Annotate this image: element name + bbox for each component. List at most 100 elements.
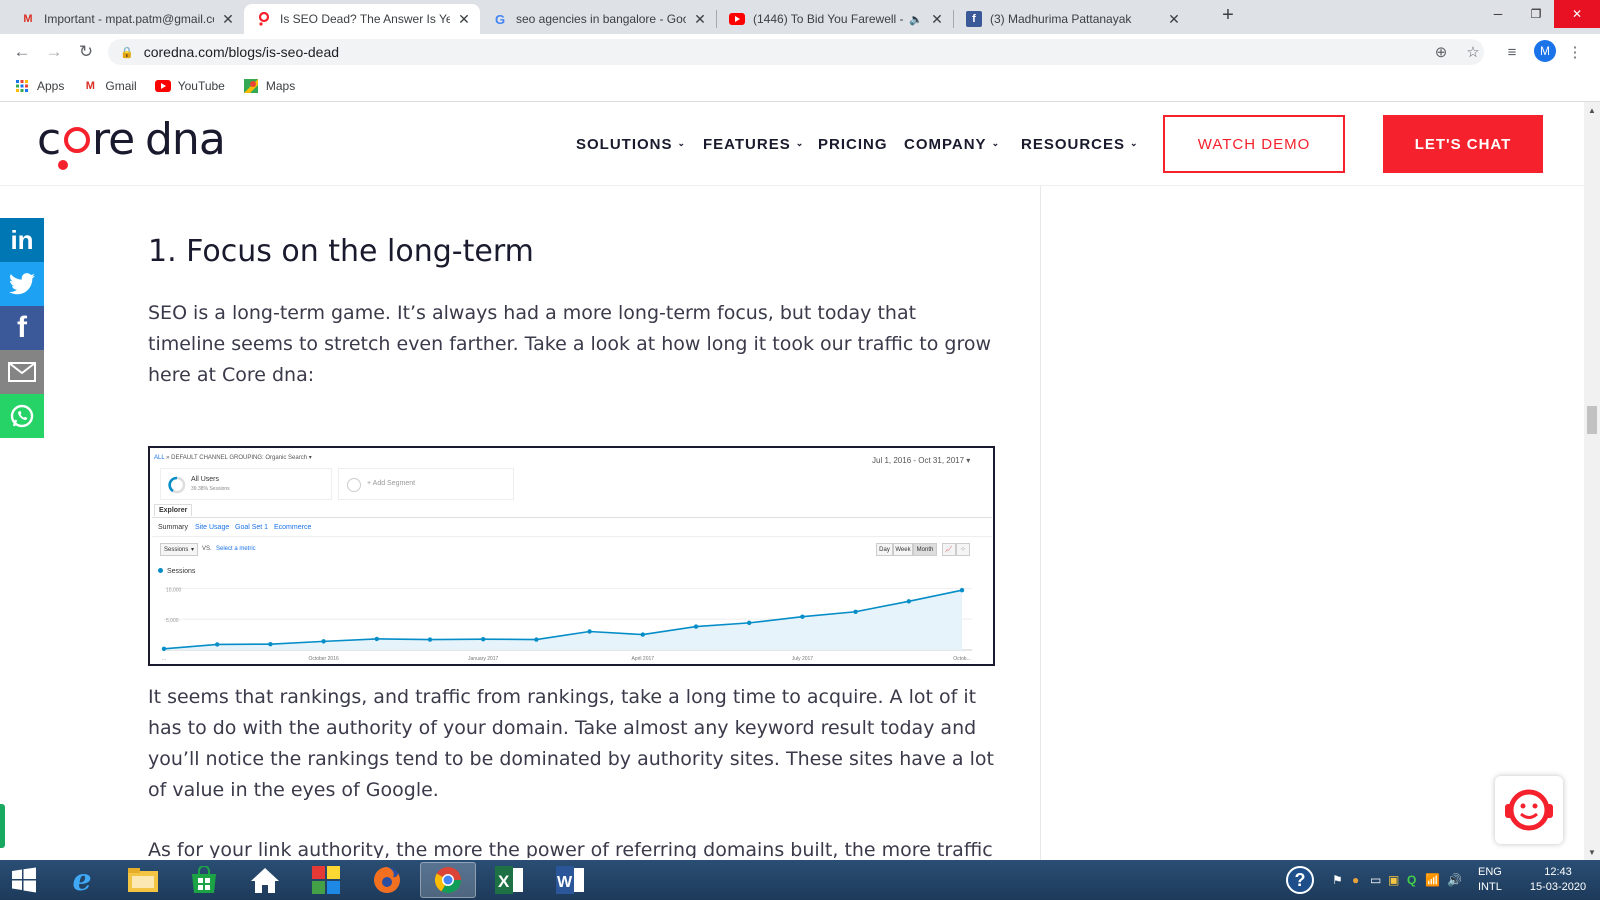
close-window-button[interactable]: ✕ (1554, 0, 1600, 28)
tab-facebook[interactable]: f (3) Madhurima Pattanayak ✕ (954, 4, 1190, 34)
youtube-icon (154, 78, 171, 94)
facebook-share-button[interactable]: f (0, 306, 44, 350)
x-tick-label: Octob... (953, 656, 971, 662)
restore-button[interactable]: ❐ (1516, 0, 1556, 28)
coredna-logo[interactable]: c re dna (0, 102, 240, 186)
home-icon[interactable] (237, 862, 293, 898)
nav-resources[interactable]: RESOURCES ⌄ (1021, 136, 1139, 153)
minimize-button[interactable]: ─ (1478, 0, 1518, 28)
windows-start-icon[interactable] (0, 862, 48, 898)
email-share-button[interactable] (0, 350, 44, 394)
sessions-point (427, 637, 433, 642)
whatsapp-share-button[interactable] (0, 394, 44, 438)
bookmark-apps[interactable]: Apps (14, 78, 64, 94)
close-icon[interactable]: ✕ (1166, 11, 1182, 28)
tab-gmail[interactable]: M Important - mpat.patm@gmail.com ✕ (8, 4, 244, 34)
sessions-area (164, 590, 962, 650)
forward-button[interactable]: → (44, 42, 64, 62)
close-icon[interactable]: ✕ (692, 11, 708, 28)
linkedin-share-button[interactable]: in (0, 218, 44, 262)
sessions-point (587, 629, 592, 634)
sessions-point (481, 637, 486, 642)
nav-features[interactable]: FEATURES ⌄ (703, 136, 804, 153)
chat-widget-button[interactable] (1495, 776, 1563, 844)
svg-text:W: W (557, 874, 573, 891)
facebook-icon: f (17, 311, 27, 344)
y-tick-label: 5,000 (166, 618, 179, 624)
media-control-icon[interactable]: ≡ (1501, 42, 1523, 62)
internet-explorer-icon[interactable]: e (54, 862, 110, 898)
web-page: c re dna SOLUTIONS ⌄ FEATURES ⌄ PRICING CO… (0, 102, 1584, 860)
flag-icon[interactable]: ⚑ (1332, 860, 1343, 900)
bookmark-youtube[interactable]: YouTube (154, 78, 225, 94)
gmail-icon: M (23, 13, 33, 25)
nav-solutions[interactable]: SOLUTIONS ⌄ (576, 136, 686, 153)
battery-icon[interactable]: ▭ (1370, 860, 1381, 900)
maps-icon (243, 78, 259, 94)
y-tick-label: 10,000 (166, 587, 182, 593)
google-icon: G (494, 11, 506, 27)
sessions-point (374, 636, 379, 642)
bookmark-maps[interactable]: Maps (243, 78, 295, 94)
file-explorer-icon[interactable] (115, 862, 171, 898)
profile-avatar[interactable]: M (1534, 40, 1556, 62)
q-app-icon[interactable]: Q (1407, 860, 1416, 900)
svg-text:X: X (498, 872, 510, 891)
close-icon[interactable]: ✕ (456, 11, 472, 28)
page-scrollbar[interactable] (1584, 102, 1600, 860)
zoom-icon[interactable]: ⊕ (1430, 42, 1452, 62)
lock-icon[interactable]: 🔒 (120, 46, 134, 59)
network-icon[interactable]: 📶 (1425, 860, 1440, 900)
x-tick-label: January 2017 (468, 656, 499, 662)
scroll-thumb[interactable] (1587, 406, 1597, 434)
x-tick-label: July 2017 (792, 656, 814, 662)
email-icon (8, 362, 36, 382)
sessions-point (747, 620, 752, 626)
url-bar[interactable]: 🔒 coredna.com/blogs/is-seo-dead (108, 39, 1484, 65)
menu-dots-icon[interactable]: ⋮ (1564, 42, 1586, 62)
nav-company[interactable]: COMPANY ⌄ (904, 136, 1000, 153)
watch-demo-button[interactable]: WATCH DEMO (1163, 115, 1345, 173)
chevron-down-icon: ⌄ (1130, 137, 1139, 148)
chevron-down-icon: ⌄ (795, 137, 805, 148)
lets-chat-button[interactable]: LET'S CHAT (1383, 115, 1543, 173)
reload-button[interactable]: ↻ (76, 42, 96, 62)
address-toolbar: ← → ↻ 🔒 coredna.com/blogs/is-seo-dead ⊕ … (0, 34, 1600, 70)
store-icon[interactable] (176, 862, 232, 898)
language-indicator[interactable]: ENG INTL (1478, 860, 1502, 900)
back-button[interactable]: ← (12, 42, 32, 62)
help-icon[interactable]: ? (1286, 860, 1314, 900)
chevron-down-icon: ⌄ (677, 137, 687, 148)
bookmark-star-icon[interactable]: ☆ (1462, 42, 1484, 62)
tab-coredna[interactable]: Is SEO Dead? The Answer Is Yes, ✕ (244, 4, 480, 34)
apps-grid-icon (14, 78, 30, 94)
chat-support-icon (1505, 789, 1553, 831)
firefox-icon[interactable] (359, 862, 415, 898)
clock[interactable]: 12:43 15-03-2020 (1520, 860, 1596, 900)
site-header: c re dna SOLUTIONS ⌄ FEATURES ⌄ PRICING CO… (0, 102, 1584, 186)
scroll-down-arrow-icon[interactable]: ▼ (1586, 848, 1598, 857)
bookmarks-bar: Apps M Gmail YouTube Maps (0, 70, 1600, 102)
cloud-icon[interactable]: ● (1352, 860, 1359, 900)
monitor-icon[interactable]: ▣ (1388, 860, 1399, 900)
sessions-point (800, 614, 805, 619)
chrome-icon[interactable] (420, 862, 476, 898)
excel-icon[interactable]: X (481, 862, 537, 898)
feedback-tab[interactable] (0, 804, 5, 848)
puzzle-app-icon[interactable] (298, 862, 354, 898)
sessions-point (640, 632, 645, 637)
tab-youtube[interactable]: (1446) To Bid You Farewell - 🔈 ✕ (717, 4, 953, 34)
close-icon[interactable]: ✕ (220, 11, 236, 28)
linkedin-icon: in (10, 224, 34, 255)
speaker-muted-icon[interactable]: 🔈 (909, 13, 923, 26)
twitter-share-button[interactable] (0, 262, 44, 306)
nav-pricing[interactable]: PRICING (818, 136, 888, 153)
bookmark-gmail[interactable]: M Gmail (82, 78, 137, 94)
scroll-up-arrow-icon[interactable]: ▲ (1586, 106, 1598, 115)
new-tab-button[interactable]: + (1214, 4, 1242, 27)
tab-google-search[interactable]: G seo agencies in bangalore - Goo ✕ (480, 4, 716, 34)
close-icon[interactable]: ✕ (929, 11, 945, 28)
gmail-icon: M (85, 79, 95, 92)
word-icon[interactable]: W (542, 862, 598, 898)
volume-icon[interactable]: 🔊 (1447, 860, 1462, 900)
